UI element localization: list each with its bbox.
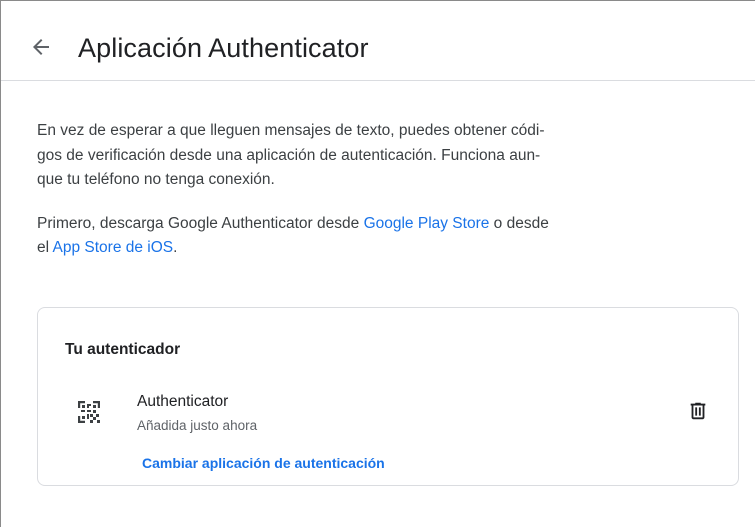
trash-icon xyxy=(690,402,706,420)
download-paragraph: Primero, descarga Google Authenticator d… xyxy=(37,212,637,261)
intro-text: En vez de esperar a que lleguen mensajes… xyxy=(37,119,637,261)
qr-code-icon xyxy=(77,400,101,424)
intro-paragraph: En vez de esperar a que lleguen mensajes… xyxy=(37,119,637,193)
download-text-line2-prefix: el xyxy=(37,239,53,256)
delete-authenticator-button[interactable] xyxy=(687,400,709,422)
card-title: Tu autenticador xyxy=(65,341,181,358)
app-added-status: Añadida justo ahora xyxy=(137,418,258,433)
intro-line-1: En vez de esperar a que lleguen mensajes… xyxy=(37,122,545,139)
page-frame: Aplicación Authenticator En vez de esper… xyxy=(0,0,755,527)
download-text-prefix: Primero, descarga Google Authenticator d… xyxy=(37,214,364,232)
intro-line-3: que tu teléfono no tenga conexión. xyxy=(37,171,275,188)
page-header: Aplicación Authenticator xyxy=(1,1,755,81)
google-play-store-link[interactable]: Google Play Store xyxy=(364,215,490,232)
intro-line-2: gos de verificación desde una aplicación… xyxy=(37,146,541,164)
back-button[interactable] xyxy=(29,35,53,59)
app-name: Authenticator xyxy=(137,393,229,410)
app-store-ios-link[interactable]: App Store de iOS xyxy=(53,239,174,256)
change-authenticator-link[interactable]: Cambiar aplicación de autenticación xyxy=(142,455,385,471)
page-title: Aplicación Authenticator xyxy=(78,33,369,63)
download-text-middle: o desde xyxy=(489,214,549,232)
authenticator-card: Tu autenticador Authenticator Añadida ju… xyxy=(37,307,739,486)
arrow-back-icon xyxy=(33,39,49,55)
download-text-suffix: . xyxy=(173,239,178,256)
